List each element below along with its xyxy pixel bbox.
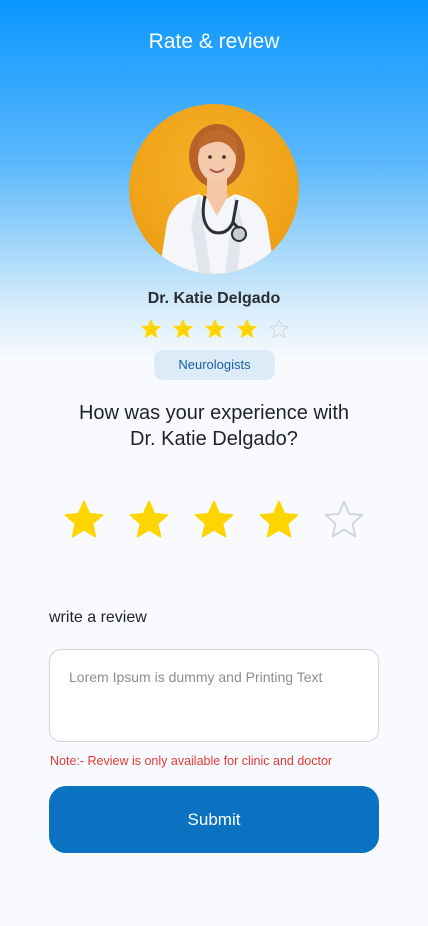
star-empty-icon[interactable] <box>322 498 366 542</box>
star-filled-icon <box>236 318 258 340</box>
star-empty-icon <box>268 318 290 340</box>
submit-button[interactable]: Submit <box>49 786 379 853</box>
page-title: Rate & review <box>148 30 280 53</box>
experience-question: How was your experience with Dr. Katie D… <box>78 402 350 450</box>
review-textarea[interactable] <box>49 649 379 742</box>
doctor-name: Dr. Katie Delgado <box>147 290 281 307</box>
review-label: write a review <box>49 609 147 626</box>
star-filled-icon[interactable] <box>62 498 106 542</box>
star-filled-icon <box>172 318 194 340</box>
star-filled-icon[interactable] <box>257 498 301 542</box>
doctor-avatar <box>129 104 299 274</box>
rating-input-stars[interactable] <box>62 498 366 542</box>
star-filled-icon <box>140 318 162 340</box>
doctor-rating-stars <box>140 318 290 340</box>
star-filled-icon <box>204 318 226 340</box>
star-filled-icon[interactable] <box>127 498 171 542</box>
specialty-badge: Neurologists <box>154 350 275 380</box>
review-note: Note:- Review is only available for clin… <box>50 754 333 768</box>
star-filled-icon[interactable] <box>192 498 236 542</box>
